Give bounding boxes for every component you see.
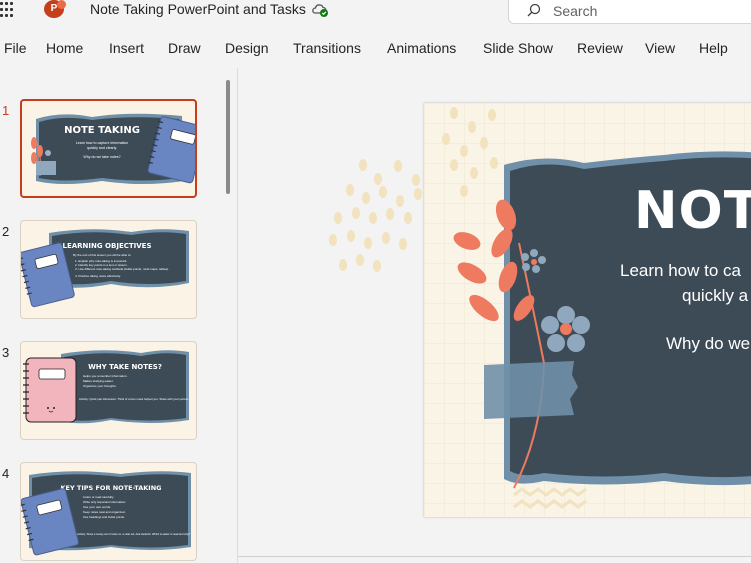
thumbnail-line: By the end of this lesson you will be ab… xyxy=(73,253,131,257)
slide-question[interactable]: Why do we xyxy=(666,334,750,354)
tab-review[interactable]: Review xyxy=(577,40,623,56)
slide-thumbnail-pane: 1 NOTE TAKING Learn how to capture infor… xyxy=(0,68,238,563)
thumbnail-line: Activity: Quick pair discussion: Think o… xyxy=(79,397,189,401)
thumbnail-line: Listen or read carefully. xyxy=(83,495,114,499)
thumbnail-line: quickly and clearly. xyxy=(87,146,117,150)
thumbnail-line: Learn how to capture information xyxy=(76,141,129,145)
search-box[interactable]: Search xyxy=(508,0,751,24)
thumbnail-line: Keep notes neat and organized. xyxy=(83,510,126,514)
tab-help[interactable]: Help xyxy=(699,40,728,56)
thumbnail-title: NOTE TAKING xyxy=(64,125,140,136)
slide-thumbnail-2[interactable]: LEARNING OBJECTIVES By the end of this l… xyxy=(20,220,197,319)
slide-number: 2 xyxy=(2,224,10,239)
thumbnail-line: 3. Use different note-taking methods (bu… xyxy=(75,267,169,271)
thumbnail-line: Organizes your thoughts. xyxy=(83,384,117,388)
thumbnail-line: Helps you remember information. xyxy=(83,374,128,378)
thumbnail-line: Activity: Show a messy set of notes vs. … xyxy=(77,532,191,536)
slide-title[interactable]: NOTE xyxy=(634,181,751,241)
current-slide[interactable]: NOTE Learn how to ca quickly a Why do we xyxy=(424,103,751,517)
thumbnail-line: Write only important information. xyxy=(83,500,126,504)
slide-thumbnail-3[interactable]: WHY TAKE NOTES? Helps you remember infor… xyxy=(20,341,197,440)
thumbnail-line: Use headings and bullet points. xyxy=(83,515,125,519)
tab-slide-show[interactable]: Slide Show xyxy=(483,40,553,56)
tab-view[interactable]: View xyxy=(645,40,675,56)
search-icon xyxy=(527,3,541,17)
slide-number: 3 xyxy=(2,345,10,360)
slide-thumbnail-4[interactable]: KEY TIPS FOR NOTE-TAKING Listen or read … xyxy=(20,462,197,561)
ribbon-tabs: File Home Insert Draw Design Transitions… xyxy=(0,28,751,68)
app-launcher-icon[interactable] xyxy=(0,2,16,18)
slide-number: 1 xyxy=(2,103,10,118)
powerpoint-logo-icon: P xyxy=(44,0,66,18)
cloud-saved-icon[interactable] xyxy=(311,1,329,17)
thumbnail-title: WHY TAKE NOTES? xyxy=(88,363,162,371)
status-divider xyxy=(238,556,751,557)
slide-subtitle[interactable]: Learn how to ca xyxy=(620,261,741,281)
tab-animations[interactable]: Animations xyxy=(387,40,456,56)
slide-number: 4 xyxy=(2,466,10,481)
tab-transitions[interactable]: Transitions xyxy=(293,40,361,56)
thumbnail-title: LEARNING OBJECTIVES xyxy=(63,242,152,250)
slide-subtitle[interactable]: quickly a xyxy=(682,286,748,306)
search-placeholder: Search xyxy=(553,3,598,19)
thumbnail-title: KEY TIPS FOR NOTE-TAKING xyxy=(60,484,161,492)
thumbnail-line: Why do we take notes? xyxy=(83,155,120,159)
tab-file[interactable]: File xyxy=(4,40,27,56)
tab-insert[interactable]: Insert xyxy=(109,40,144,56)
document-title[interactable]: Note Taking PowerPoint and Tasks xyxy=(90,1,306,17)
title-bar: P Note Taking PowerPoint and Tasks Searc… xyxy=(0,0,751,28)
thumbnail-scrollbar[interactable] xyxy=(226,80,230,194)
tab-design[interactable]: Design xyxy=(225,40,269,56)
thumbnail-line: Makes studying easier. xyxy=(83,379,114,383)
tab-home[interactable]: Home xyxy=(46,40,83,56)
thumbnail-line: Use your own words. xyxy=(83,505,111,509)
slide-thumbnail-1[interactable]: NOTE TAKING Learn how to capture informa… xyxy=(20,99,197,198)
thumbnail-line: 4. Practice taking notes effectively. xyxy=(75,274,121,278)
powerpoint-window: P Note Taking PowerPoint and Tasks Searc… xyxy=(0,0,751,563)
tab-draw[interactable]: Draw xyxy=(168,40,201,56)
